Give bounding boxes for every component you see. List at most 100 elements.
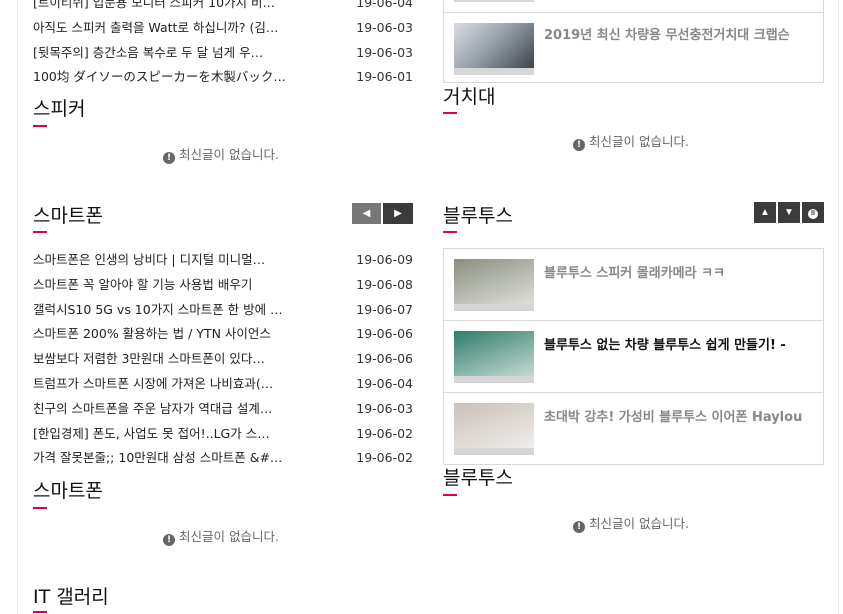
video-thumbnail-image (454, 403, 534, 448)
content-frame-right-border (838, 0, 839, 614)
post-title-link[interactable]: 스마트폰 꼭 알아야 할 기능 사용법 배우기 (33, 273, 313, 298)
list-item[interactable]: 친구의 스마트폰을 주운 남자가 역대급 설계… 19-06-03 (33, 397, 413, 422)
list-item[interactable]: [뒷목주의] 층간소음 복수로 두 달 넘게 우… 19-06-03 (33, 41, 413, 66)
scroll-up-button[interactable]: ▲ (754, 202, 776, 223)
holder-card-box: 2019년 최신 차량용 무선충전거치대 크랩슨 (443, 0, 824, 83)
holder-card[interactable]: 2019년 최신 차량용 무선충전거치대 크랩슨 (444, 13, 823, 82)
gallery-section-underline (33, 611, 47, 613)
bluetooth-section-2-underline (443, 494, 457, 496)
post-title-link[interactable]: [한입경제] 폰도, 사업도 못 접어!..LG가 스… (33, 422, 313, 447)
bluetooth-card[interactable]: 블루투스 없는 차량 블루투스 쉽게 만들기! - (444, 321, 823, 393)
info-icon: ! (573, 139, 585, 151)
list-item[interactable]: 스마트폰 꼭 알아야 할 기능 사용법 배우기 19-06-08 (33, 273, 413, 298)
bluetooth-card-thumbnail[interactable] (454, 259, 534, 311)
post-date: 19-06-09 (356, 252, 413, 267)
bluetooth-section-title: 블루투스 (443, 205, 513, 227)
chevron-right-icon: ▶ (394, 208, 402, 219)
holder-empty-message: ! 최신글이 없습니다. (573, 131, 689, 151)
content-frame-left-border (17, 0, 18, 614)
holder-section-underline (443, 112, 457, 114)
list-item[interactable]: 아직도 스피커 출력을 Watt로 하십니까? (김… 19-06-03 (33, 16, 413, 41)
pause-button[interactable]: II (802, 202, 824, 223)
post-title-link[interactable]: 가격 잘못본줄;; 10만원대 삼성 스마트폰 &#… (33, 446, 313, 471)
post-title-link[interactable]: 친구의 스마트폰을 주운 남자가 역대급 설계… (33, 397, 313, 422)
bluetooth-empty-message: ! 최신글이 없습니다. (573, 513, 689, 533)
smartphone-empty-message: ! 최신글이 없습니다. (163, 526, 279, 546)
pause-icon: II (808, 209, 818, 219)
thumbnail-caption-strip (454, 68, 534, 75)
smartphone-section-2-title: 스마트폰 (33, 480, 103, 502)
list-item[interactable]: 가격 잘못본줄;; 10만원대 삼성 스마트폰 &#… 19-06-02 (33, 446, 413, 471)
smartphone-section-title: 스마트폰 (33, 205, 103, 227)
smartphone-section-2-underline (33, 507, 47, 509)
post-date: 19-06-03 (356, 44, 413, 60)
info-icon: ! (163, 534, 175, 546)
smartphone-empty-text: 최신글이 없습니다. (179, 529, 279, 544)
holder-card-title[interactable]: 2019년 최신 차량용 무선충전거치대 크랩슨 (544, 24, 816, 43)
thumbnail-caption-strip (454, 448, 534, 455)
post-date: 19-06-06 (356, 351, 413, 367)
bluetooth-card-title[interactable]: 초대박 강추! 가성비 블루투스 이어폰 Haylou (544, 406, 816, 425)
post-date: 19-06-04 (356, 375, 413, 391)
bluetooth-empty-text: 최신글이 없습니다. (589, 516, 689, 531)
chevron-up-icon: ▲ (760, 207, 770, 218)
info-icon: ! (163, 152, 175, 164)
post-date: 19-06-03 (356, 400, 413, 416)
post-date: 19-06-08 (356, 276, 413, 292)
prev-button[interactable]: ◀ (352, 203, 381, 224)
scroll-down-button[interactable]: ▼ (778, 202, 800, 223)
bluetooth-card-title[interactable]: 블루투스 없는 차량 블루투스 쉽게 만들기! - (544, 334, 816, 353)
thumbnail-caption-strip (454, 304, 534, 311)
post-title-link[interactable]: 스마트폰은 인생의 낭비다 | 디지털 미니멀… (33, 248, 313, 273)
post-title-link[interactable]: 아직도 스피커 출력을 Watt로 하십니까? (김… (33, 16, 313, 41)
speaker-section-title: 스피커 (33, 98, 86, 120)
post-date: 19-06-06 (356, 326, 413, 342)
bluetooth-card-box: 블루투스 스피커 몰래카메라 ㅋㅋ 블루투스 없는 차량 블루투스 쉽게 만들기!… (443, 248, 824, 465)
post-title-link[interactable]: 보쌈보다 저렴한 3만원대 스마트폰이 있다… (33, 347, 313, 372)
post-date: 19-06-07 (356, 301, 413, 317)
bluetooth-section-2-title: 블루투스 (443, 467, 513, 489)
bluetooth-card-thumbnail[interactable] (454, 331, 534, 383)
video-thumbnail-image (454, 331, 534, 376)
gallery-section-title: IT 갤러리 (33, 586, 109, 608)
smartphone-post-list: 스마트폰은 인생의 낭비다 | 디지털 미니멀… 19-06-09 스마트폰 꼭 알… (33, 248, 413, 471)
list-item[interactable]: 보쌈보다 저렴한 3만원대 스마트폰이 있다… 19-06-06 (33, 347, 413, 372)
post-date: 19-06-03 (356, 19, 413, 35)
post-title-link[interactable]: 스마트폰 200% 활용하는 법 / YTN 사이언스 (33, 322, 313, 347)
next-button[interactable]: ▶ (383, 203, 413, 224)
bluetooth-card[interactable]: 초대박 강추! 가성비 블루투스 이어폰 Haylou (444, 393, 823, 464)
thumbnail-caption-strip (454, 376, 534, 383)
post-title-link[interactable]: 트럼프가 스마트폰 시장에 가져온 나비효과(… (33, 372, 313, 397)
holder-section-title: 거치대 (443, 86, 496, 108)
previous-card-thumb-strip (454, 0, 534, 2)
list-item[interactable]: 갤럭시S10 5G vs 10가지 스마트폰 한 방에 … 19-06-07 (33, 298, 413, 323)
list-item[interactable]: 100均 ダイソーのスピーカーを木製バック… 19-06-01 (33, 65, 413, 90)
list-item[interactable]: 스마트폰 200% 활용하는 법 / YTN 사이언스 19-06-06 (33, 322, 413, 347)
speaker-empty-text: 최신글이 없습니다. (179, 147, 279, 162)
list-item[interactable]: 스마트폰은 인생의 낭비다 | 디지털 미니멀… 19-06-09 (33, 248, 413, 273)
video-thumbnail-image (454, 259, 534, 304)
bluetooth-card-thumbnail[interactable] (454, 403, 534, 455)
info-icon: ! (573, 521, 585, 533)
chevron-down-icon: ▼ (784, 207, 794, 218)
post-title-link[interactable]: [뒷목주의] 층간소음 복수로 두 달 넘게 우… (33, 41, 313, 66)
bluetooth-section-underline (443, 231, 457, 233)
list-item[interactable]: [한입경제] 폰도, 사업도 못 접어!..LG가 스… 19-06-02 (33, 422, 413, 447)
phone-holder-image (454, 23, 534, 68)
chevron-left-icon: ◀ (362, 208, 371, 219)
speaker-empty-message: ! 최신글이 없습니다. (163, 144, 279, 164)
post-title-link[interactable]: 갤럭시S10 5G vs 10가지 스마트폰 한 방에 … (33, 298, 313, 323)
smartphone-section-underline (33, 231, 47, 233)
post-title-link[interactable]: [트이티쉬] 입문용 모니터 스피커 10가지 비… (33, 0, 313, 16)
holder-card-thumbnail[interactable] (454, 23, 534, 75)
post-date: 19-06-02 (356, 450, 413, 466)
post-date: 19-06-02 (356, 425, 413, 441)
holder-empty-text: 최신글이 없습니다. (589, 134, 689, 149)
list-item[interactable]: [트이티쉬] 입문용 모니터 스피커 10가지 비… 19-06-04 (33, 0, 413, 16)
bluetooth-card-title[interactable]: 블루투스 스피커 몰래카메라 ㅋㅋ (544, 262, 816, 281)
speaker-section-underline (33, 125, 47, 127)
speaker-post-list: [트이티쉬] 입문용 모니터 스피커 10가지 비… 19-06-04 아직도 스피… (33, 0, 413, 90)
list-item[interactable]: 트럼프가 스마트폰 시장에 가져온 나비효과(… 19-06-04 (33, 372, 413, 397)
bluetooth-card[interactable]: 블루투스 스피커 몰래카메라 ㅋㅋ (444, 249, 823, 321)
post-title-link[interactable]: 100均 ダイソーのスピーカーを木製バック… (33, 65, 313, 90)
